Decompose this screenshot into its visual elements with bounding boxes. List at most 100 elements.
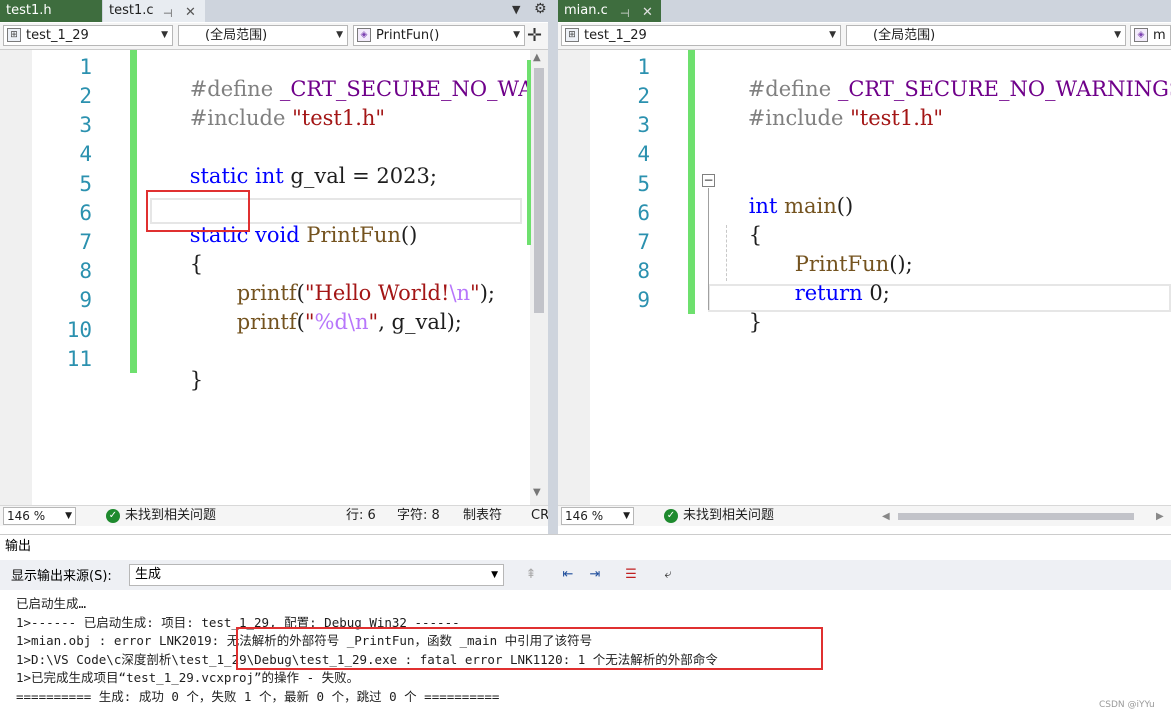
left-tab-strip: test1.h test1.c ⊣ ✕ ▼ ⚙ xyxy=(0,0,554,22)
line-number: 9 xyxy=(79,288,92,312)
keyword: int xyxy=(255,164,284,188)
line-indicator[interactable]: 行: 6 xyxy=(346,506,376,525)
output-panel-header: 输出 xyxy=(0,534,1171,561)
zoom-dropdown[interactable]: 146 % ▼ xyxy=(561,507,634,525)
pin-icon[interactable]: ⊣ xyxy=(163,3,173,25)
glyph-margin xyxy=(558,50,590,505)
preprocessor-directive: #include xyxy=(747,106,844,130)
zoom-value: 146 % xyxy=(565,509,604,523)
output-source-label: 显示输出来源(S): xyxy=(11,569,112,584)
code-text: () xyxy=(400,223,418,247)
string-literal: " xyxy=(470,281,480,305)
vertical-scrollbar[interactable]: ▲ ▼ xyxy=(527,50,548,505)
chevron-down-icon: ▼ xyxy=(161,30,168,40)
watermark: CSDN @iYYu xyxy=(1099,700,1155,710)
clear-all-icon[interactable]: ☰ xyxy=(621,565,641,585)
chevron-down-icon: ▼ xyxy=(336,30,343,40)
horizontal-scrollbar[interactable]: ◀ ▶ xyxy=(882,509,1168,523)
collapse-icon[interactable]: − xyxy=(702,174,715,187)
right-code-editor[interactable]: 1 2 3 4 5 6 7 8 9 − #define _CRT_SECURE_… xyxy=(558,50,1171,505)
brace: } xyxy=(748,310,763,334)
escape-sequence: \n xyxy=(347,310,369,334)
zoom-dropdown[interactable]: 146 % ▼ xyxy=(3,507,76,525)
scroll-up-icon[interactable]: ▲ xyxy=(533,52,541,63)
code-text: () xyxy=(836,194,854,218)
check-icon: ✓ xyxy=(664,509,678,523)
brace: { xyxy=(189,252,204,276)
member-dropdown[interactable]: ◈ PrintFun() ▼ xyxy=(353,25,525,46)
tab-mian-c[interactable]: mian.c ⊣ ✕ xyxy=(558,0,661,22)
tab-overflow-dropdown-icon[interactable]: ▼ xyxy=(512,3,520,16)
indent-mode[interactable]: 制表符 xyxy=(463,506,502,525)
scrollbar-thumb[interactable] xyxy=(898,513,1134,520)
project-icon: ⊞ xyxy=(7,28,21,42)
line-number: 2 xyxy=(637,84,650,108)
highlight-box xyxy=(146,190,250,232)
member-dropdown[interactable]: ◈ m xyxy=(1130,25,1171,46)
find-message-icon[interactable]: ⇞ xyxy=(521,565,541,585)
word-wrap-icon[interactable]: ⤶ xyxy=(658,565,678,585)
line-number: 9 xyxy=(637,288,650,312)
line-number: 3 xyxy=(79,113,92,137)
issues-status[interactable]: 未找到相关问题 xyxy=(125,506,216,525)
chevron-down-icon: ▼ xyxy=(1114,30,1121,40)
project-dropdown[interactable]: ⊞ test_1_29 ▼ xyxy=(561,25,841,46)
line-number: 11 xyxy=(66,347,92,371)
line-number: 7 xyxy=(79,230,92,254)
pin-icon[interactable]: ⊣ xyxy=(620,3,630,25)
previous-message-icon[interactable]: ⇤ xyxy=(558,565,578,585)
zoom-value: 146 % xyxy=(7,509,46,523)
pane-splitter[interactable] xyxy=(548,0,558,534)
chevron-down-icon: ▼ xyxy=(65,511,72,521)
issues-status[interactable]: 未找到相关问题 xyxy=(683,506,774,525)
output-line: ========== 生成: 成功 0 个，失败 1 个，最新 0 个，跳过 0… xyxy=(16,689,500,704)
outline-line xyxy=(708,188,710,310)
code-text: (); xyxy=(889,252,913,276)
code-line-7: { xyxy=(163,228,203,300)
keyword: void xyxy=(255,223,300,247)
scroll-left-icon[interactable]: ◀ xyxy=(882,507,890,526)
project-dropdown[interactable]: ⊞ test_1_29 ▼ xyxy=(3,25,173,46)
left-code-editor[interactable]: 1 2 3 4 5 6 7 8 9 10 11 #define _CRT_SEC… xyxy=(0,50,548,505)
line-ending[interactable]: CR xyxy=(531,506,549,525)
column-indicator[interactable]: 字符: 8 xyxy=(397,506,440,525)
include-file: "test1.h" xyxy=(850,106,944,130)
function-name: main xyxy=(784,194,837,218)
format-specifier: %d xyxy=(314,310,348,334)
line-number: 1 xyxy=(79,55,92,79)
code-text: g_val = 2023; xyxy=(290,164,437,188)
line-number: 1 xyxy=(637,55,650,79)
line-number: 6 xyxy=(79,201,92,225)
left-status-bar: 146 % ▼ ✓ 未找到相关问题 行: 6 字符: 8 制表符 CR xyxy=(0,505,549,526)
preprocessor-directive: #include xyxy=(189,106,286,130)
project-icon: ⊞ xyxy=(565,28,579,42)
close-icon[interactable]: ✕ xyxy=(185,2,196,24)
scope-dropdown[interactable]: (全局范围) ▼ xyxy=(178,25,348,46)
split-window-icon[interactable]: ✛ xyxy=(527,25,542,46)
line-number: 4 xyxy=(637,142,650,166)
code-line-9: printf("%d\n", g_val); xyxy=(210,286,462,358)
keyword: return xyxy=(794,281,863,305)
keyword: static xyxy=(189,164,249,188)
next-message-icon[interactable]: ⇥ xyxy=(585,565,605,585)
line-number: 8 xyxy=(79,259,92,283)
project-value: test_1_29 xyxy=(26,28,89,43)
line-number: 5 xyxy=(637,172,650,196)
close-icon[interactable]: ✕ xyxy=(642,2,653,24)
output-text-area[interactable]: 已启动生成… 1>------ 已启动生成: 项目: test_1_29, 配置… xyxy=(0,590,1171,722)
scroll-down-icon[interactable]: ▼ xyxy=(533,487,541,498)
function-name: PrintFun xyxy=(306,223,401,247)
scroll-right-icon[interactable]: ▶ xyxy=(1156,507,1164,526)
code-text: ( xyxy=(296,310,305,334)
gear-icon[interactable]: ⚙ xyxy=(534,1,547,17)
member-value: m xyxy=(1153,28,1166,43)
scope-dropdown[interactable]: (全局范围) ▼ xyxy=(846,25,1126,46)
code-line-9: } xyxy=(722,286,762,358)
line-number: 3 xyxy=(637,113,650,137)
tab-test1-h[interactable]: test1.h xyxy=(0,0,102,22)
output-toolbar: 显示输出来源(S): 生成 ▼ ⇞ ⇤ ⇥ ☰ ⤶ xyxy=(0,560,1171,591)
scrollbar-thumb[interactable] xyxy=(534,68,544,313)
output-source-dropdown[interactable]: 生成 ▼ xyxy=(129,564,504,586)
tab-test1-c[interactable]: test1.c ⊣ ✕ xyxy=(103,0,205,22)
function-icon: ◈ xyxy=(1134,28,1148,42)
